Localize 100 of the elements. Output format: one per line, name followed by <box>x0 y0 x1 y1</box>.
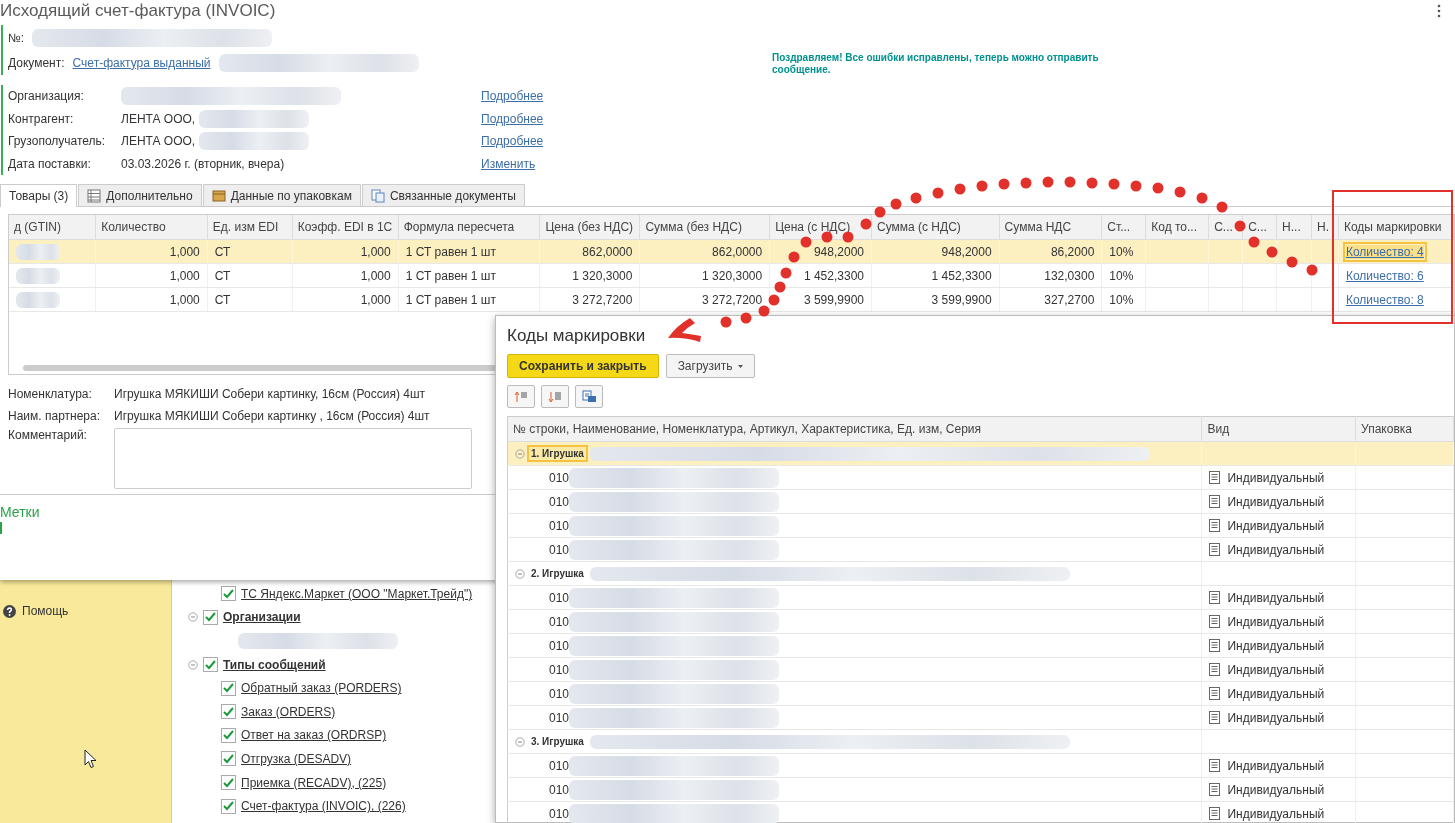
column-header[interactable]: Сумма (с НДС) <box>871 215 1000 240</box>
document-icon <box>1209 471 1221 484</box>
table-cell: Индивидуальный <box>1227 518 1325 533</box>
details-link[interactable]: Подробнее <box>481 134 561 149</box>
load-button[interactable]: Загрузить <box>665 354 756 378</box>
column-header[interactable]: Коды маркировки <box>1338 215 1454 240</box>
column-header[interactable]: С... <box>1242 215 1277 240</box>
checkbox[interactable] <box>221 751 236 767</box>
column-header[interactable]: д (GTIN) <box>9 215 96 240</box>
checkbox[interactable] <box>221 727 236 743</box>
column-header[interactable]: Цена (с НДС) <box>769 215 872 240</box>
marking-code: 010 <box>549 806 570 821</box>
table-cell: 3 599,9900 <box>803 292 864 307</box>
table-cell: Индивидуальный <box>1227 758 1325 773</box>
table-cell: 1 320,3000 <box>702 268 763 283</box>
field-label: Грузополучатель: <box>8 134 107 149</box>
field-label: Документ: <box>8 55 65 70</box>
column-header[interactable]: Н... <box>1276 215 1312 240</box>
table-cell: 1,000 <box>169 244 200 259</box>
column-header[interactable]: Формула пересчета <box>398 215 540 240</box>
menu-icon[interactable] <box>1437 4 1441 18</box>
success-message: Поздравляем! Все ошибки исправлены, теперь можно отправить сообщение. <box>772 52 1100 77</box>
column-header[interactable]: Ед. изм EDI <box>207 215 293 240</box>
redacted-text <box>16 291 60 308</box>
tab[interactable]: Данные по упаковкам <box>202 184 361 206</box>
column-header[interactable]: Сумма НДС <box>999 215 1102 240</box>
redacted-text <box>16 243 60 260</box>
table-cell: 1 СТ равен 1 шт <box>405 292 496 307</box>
tab[interactable]: Товары (3) <box>0 184 78 207</box>
marking-count-link[interactable]: Количество: 4 <box>1345 244 1424 259</box>
document-icon <box>1209 663 1221 676</box>
checkbox[interactable] <box>203 657 218 673</box>
field-value: Игрушка МЯКИШИ Собери картинку , 16см (Россия) 4шт <box>114 409 430 423</box>
checkbox[interactable] <box>221 798 236 814</box>
marking-code: 010 <box>549 470 570 485</box>
tab[interactable]: Связанные документы <box>361 184 525 206</box>
column-header[interactable]: Код то... <box>1145 215 1209 240</box>
tree-item-label[interactable]: Обратный заказ (PORDERS) <box>241 681 402 696</box>
group-label[interactable]: 1. Игрушка <box>529 447 586 460</box>
checkbox[interactable] <box>221 704 236 720</box>
checkbox[interactable] <box>221 775 236 791</box>
sort-up-icon <box>514 390 528 403</box>
caret-icon <box>738 364 744 368</box>
move-down-button[interactable] <box>541 385 569 408</box>
checkbox[interactable] <box>221 586 236 602</box>
tab[interactable]: Дополнительно <box>78 184 202 206</box>
table-cell: 10% <box>1109 268 1134 283</box>
column-header[interactable]: Количество <box>95 215 208 240</box>
sidebar-item[interactable]: Помощь <box>22 604 69 618</box>
document-icon <box>1209 591 1221 604</box>
checkbox[interactable] <box>203 609 218 625</box>
sort-down-icon <box>548 390 562 403</box>
comment-field[interactable] <box>114 428 472 489</box>
tree-item-label[interactable]: Заказ (ORDERS) <box>241 704 336 719</box>
tree-item-label[interactable]: Ответ на заказ (ORDRSP) <box>241 728 387 743</box>
marking-count-link[interactable]: Количество: 8 <box>1345 292 1424 307</box>
column-header[interactable]: Вид <box>1201 416 1356 442</box>
details-link[interactable]: Подробнее <box>481 89 561 104</box>
collapse-icon[interactable] <box>515 736 525 747</box>
table-cell: Индивидуальный <box>1227 614 1325 629</box>
tree-item-label[interactable]: Отгрузка (DESADV) <box>241 751 352 766</box>
print-button[interactable] <box>575 385 603 408</box>
tree-item-label[interactable]: ТС Яндекс.Маркет (ООО "Маркет.Трейд") <box>241 586 473 601</box>
column-header[interactable]: Ст... <box>1101 215 1146 240</box>
document-icon <box>1209 519 1221 532</box>
tree-item-label[interactable]: Типы сообщений <box>223 657 326 672</box>
collapse-icon[interactable] <box>188 659 198 670</box>
table-cell: 86,2000 <box>1050 244 1095 259</box>
group-label[interactable]: 3. Игрушка <box>529 735 586 748</box>
group-label[interactable]: 2. Игрушка <box>529 567 586 580</box>
window-title: Исходящий счет-фактура (INVOIC) <box>0 0 276 22</box>
marking-code: 010 <box>549 518 570 533</box>
tree-item-label[interactable]: Организации <box>223 610 301 625</box>
field-label: Наим. партнера: <box>8 409 101 423</box>
table-cell: 1 452,3300 <box>803 268 864 283</box>
box-icon <box>211 188 226 203</box>
column-header[interactable]: Цена (без НДС) <box>539 215 640 240</box>
column-header[interactable]: Коэфф. EDI в 1С <box>292 215 399 240</box>
tree-item-label[interactable]: Счет-фактура (INVOIC), (226) <box>241 799 406 814</box>
field-label: №: <box>8 30 25 45</box>
column-header[interactable]: Упаковка <box>1355 416 1454 442</box>
collapse-icon[interactable] <box>188 612 198 623</box>
document-icon <box>1209 639 1221 652</box>
table-cell: 10% <box>1109 244 1134 259</box>
checkbox[interactable] <box>221 680 236 696</box>
tree-item-label[interactable]: Приемка (RECADV), (225) <box>241 775 387 790</box>
marking-code: 010 <box>549 614 570 629</box>
document-link[interactable]: Счет-фактура выданный <box>72 55 211 70</box>
column-header[interactable]: Сумма (без НДС) <box>639 215 770 240</box>
details-link[interactable]: Изменить <box>481 156 561 171</box>
table-cell: Индивидуальный <box>1227 542 1325 557</box>
table-cell: 1,000 <box>169 268 200 283</box>
collapse-icon[interactable] <box>515 568 525 579</box>
marking-code: 010 <box>549 686 570 701</box>
table-cell: Индивидуальный <box>1227 782 1325 797</box>
marking-count-link[interactable]: Количество: 6 <box>1345 268 1424 283</box>
move-up-button[interactable] <box>507 385 535 408</box>
save-button[interactable]: Сохранить и закрыть <box>507 354 659 378</box>
details-link[interactable]: Подробнее <box>481 111 561 126</box>
column-header[interactable]: № строки, Наименование, Номенклатура, Артикул, Характеристика, Ед. изм, Серия <box>507 416 1202 442</box>
